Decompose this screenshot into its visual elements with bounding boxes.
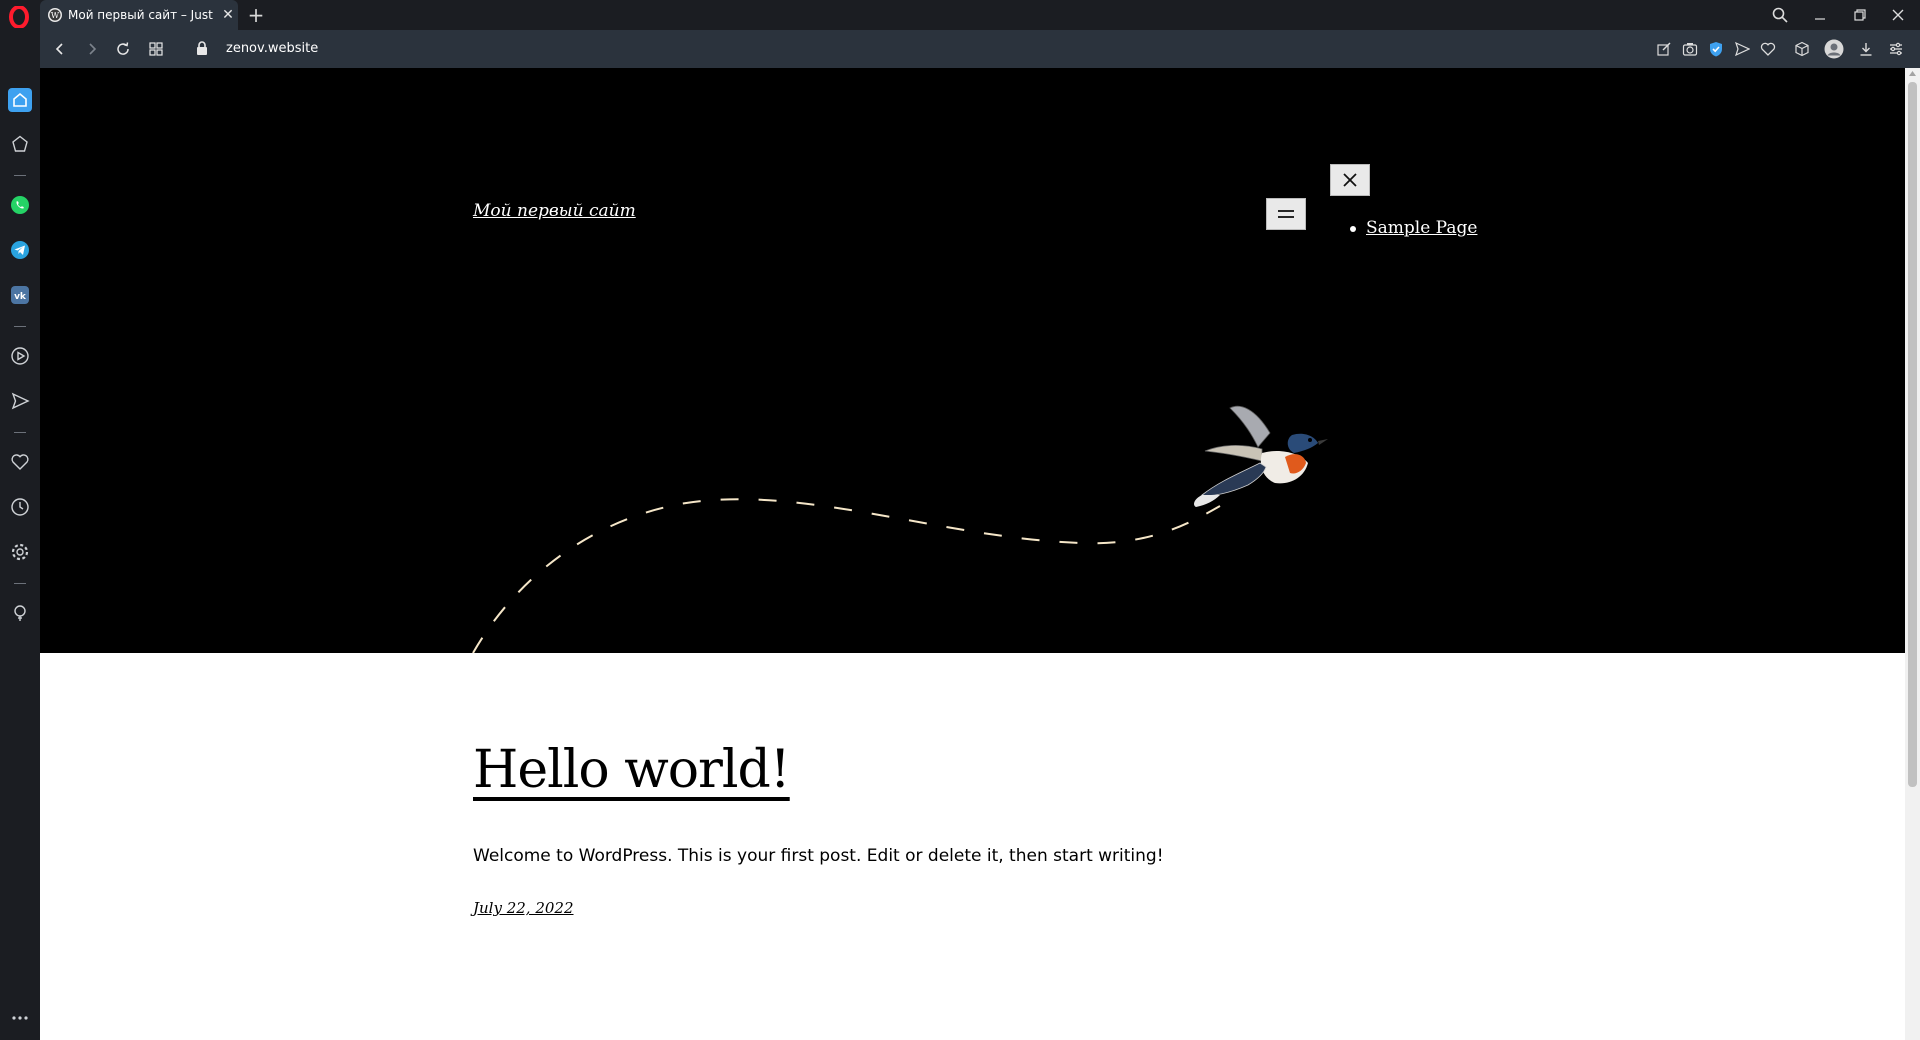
cube-icon[interactable] — [1792, 39, 1812, 59]
send-icon[interactable] — [1732, 39, 1752, 59]
home-icon[interactable] — [8, 88, 32, 112]
sidebar-separator — [14, 175, 26, 176]
post-date-link[interactable]: July 22, 2022 — [473, 899, 574, 917]
bird-illustration — [1194, 405, 1328, 507]
page-scrollbar[interactable] — [1905, 68, 1920, 1040]
hero-header: Мой первый сайт Sample Page — [40, 68, 1905, 653]
tab-close-icon[interactable]: ✕ — [220, 7, 236, 23]
telegram-icon[interactable] — [8, 238, 32, 262]
camera-icon[interactable] — [1680, 39, 1700, 59]
tab-title: Мой первый сайт – Just another WordPress… — [68, 8, 214, 22]
lock-icon[interactable] — [196, 40, 208, 56]
page-viewport: Мой первый сайт Sample Page Hello world!… — [40, 68, 1905, 1040]
svg-text:vk: vk — [14, 292, 27, 302]
vk-icon[interactable]: vk — [8, 283, 32, 307]
more-icon[interactable] — [8, 1006, 32, 1030]
svg-text:W: W — [51, 11, 60, 20]
url-field[interactable]: zenov.website — [226, 41, 318, 56]
profile-icon[interactable] — [1824, 39, 1844, 59]
lightbulb-icon[interactable] — [8, 601, 32, 625]
heart-icon[interactable] — [1758, 39, 1778, 59]
forward-button[interactable] — [80, 38, 104, 60]
edit-icon[interactable] — [1654, 39, 1674, 59]
sidebar: vk — [0, 68, 40, 1040]
settings-icon[interactable] — [8, 540, 32, 564]
history-icon[interactable] — [8, 495, 32, 519]
address-bar: zenov.website — [40, 30, 1920, 68]
minimize-button[interactable] — [1802, 4, 1838, 26]
post-title-link[interactable]: Hello world! — [473, 740, 791, 800]
flow-icon[interactable] — [8, 389, 32, 413]
scrollbar-thumb[interactable] — [1908, 82, 1917, 787]
heart-icon[interactable] — [8, 450, 32, 474]
back-button[interactable] — [48, 38, 72, 60]
sidebar-separator — [14, 432, 26, 433]
tab-strip: W Мой первый сайт – Just another WordPre… — [0, 0, 1920, 30]
shield-icon[interactable] — [1706, 39, 1726, 59]
opera-logo-icon[interactable] — [8, 6, 30, 28]
close-window-button[interactable] — [1880, 4, 1916, 26]
easy-setup-menu-icon[interactable] — [1886, 39, 1906, 59]
hero-illustration — [472, 405, 1328, 653]
scroll-up-arrow-icon[interactable] — [1905, 68, 1920, 80]
browser-tab[interactable]: W Мой первый сайт – Just another WordPre… — [40, 0, 238, 30]
speed-dial-icon[interactable] — [8, 132, 32, 156]
post-excerpt: Welcome to WordPress. This is your first… — [473, 846, 1164, 866]
new-tab-button[interactable]: + — [244, 3, 268, 27]
sidebar-separator — [14, 326, 26, 327]
wordpress-favicon-icon: W — [48, 8, 62, 22]
flight-path-dashes — [472, 498, 1221, 653]
player-icon[interactable] — [8, 344, 32, 368]
restore-button[interactable] — [1842, 4, 1878, 26]
reload-button[interactable] — [111, 38, 135, 60]
sidebar-separator — [14, 583, 26, 584]
whatsapp-icon[interactable] — [8, 193, 32, 217]
download-icon[interactable] — [1856, 39, 1876, 59]
tab-grid-icon[interactable] — [144, 38, 168, 60]
search-tabs-icon[interactable] — [1762, 4, 1798, 26]
